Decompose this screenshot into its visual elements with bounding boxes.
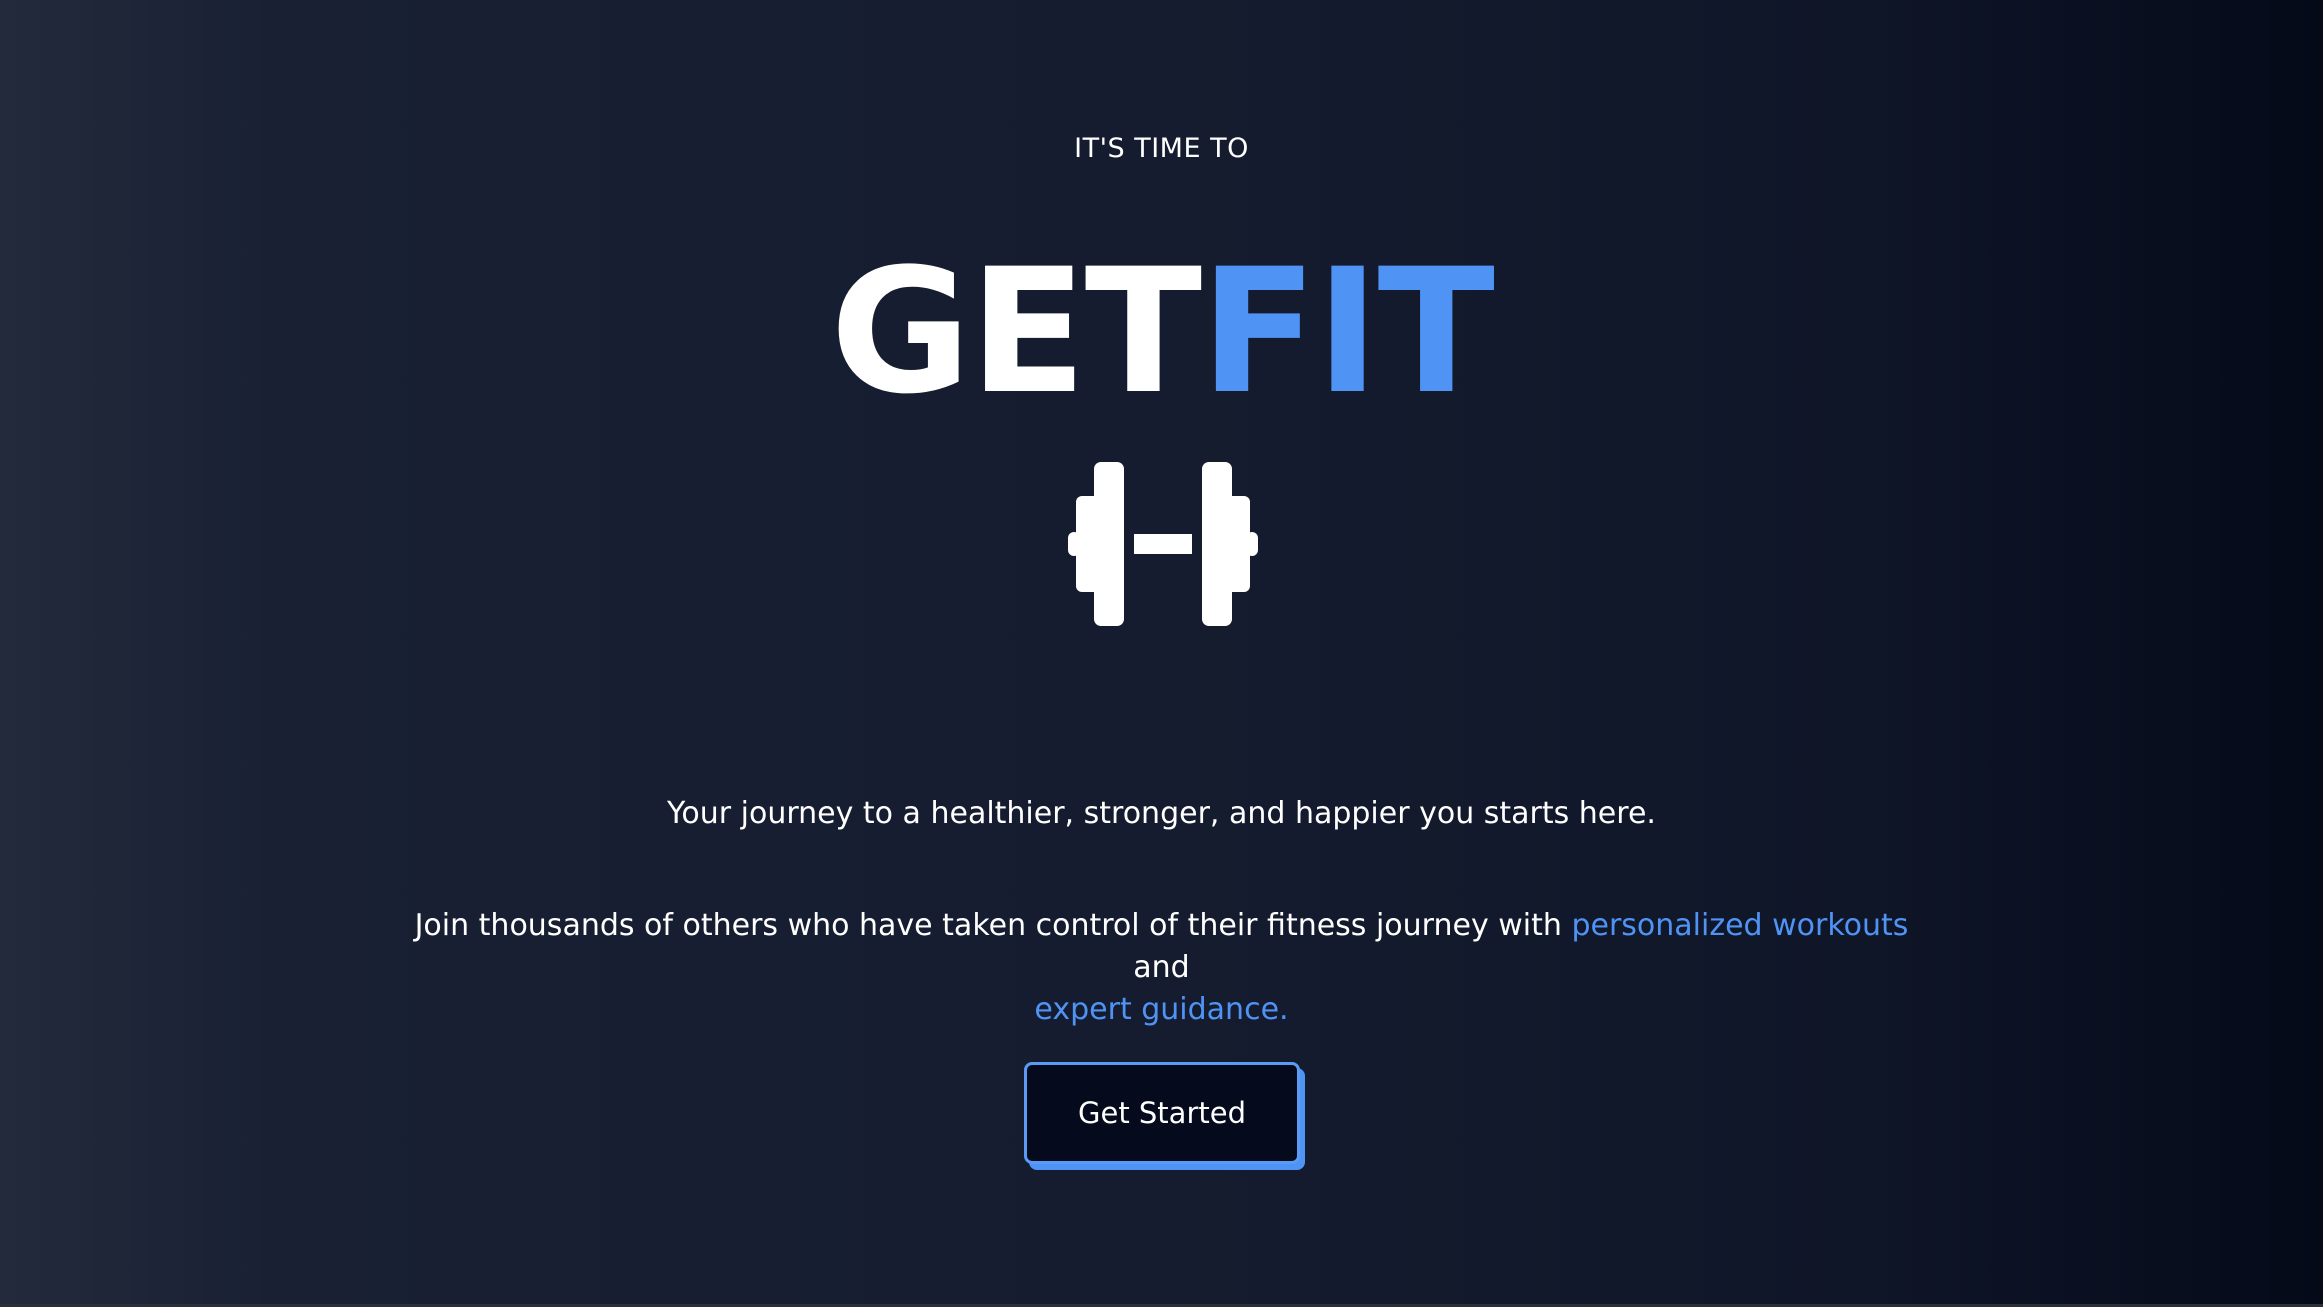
desc-mid: and <box>1133 950 1190 985</box>
dumbbell-icon <box>1068 462 1258 626</box>
desc-highlight-guidance: expert guidance. <box>1034 992 1289 1027</box>
hero-tagline: Your journey to a healthier, stronger, a… <box>667 796 1656 831</box>
hero-title-fit: FIT <box>1200 231 1495 432</box>
desc-prefix: Join thousands of others who have taken … <box>414 908 1572 943</box>
hero-eyebrow: IT'S TIME TO <box>1074 133 1249 164</box>
hero-description: Join thousands of others who have taken … <box>400 905 1923 1031</box>
hero-section: IT'S TIME TO GETFIT Your journey to a he… <box>0 0 2323 1307</box>
desc-highlight-workouts: personalized workouts <box>1571 908 1909 943</box>
hero-title-get: GET <box>830 231 1202 432</box>
hero-title: GETFIT <box>0 232 2323 432</box>
get-started-button[interactable]: Get Started <box>1024 1062 1300 1164</box>
